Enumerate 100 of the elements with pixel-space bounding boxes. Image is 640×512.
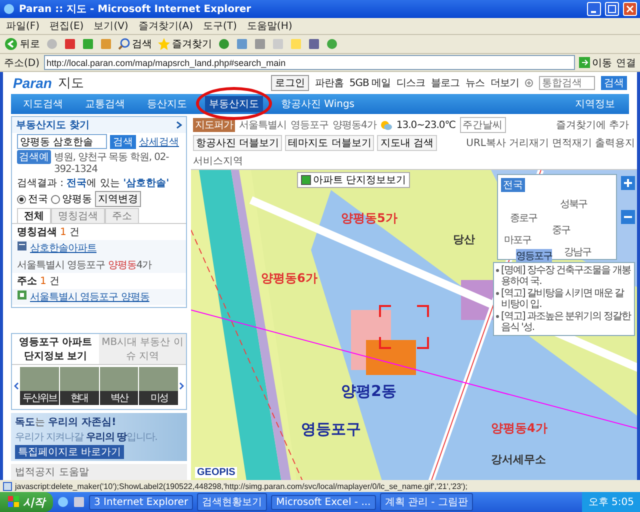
group-title: 주소 <box>17 275 37 288</box>
apartment-info-checkbox[interactable]: 아파트 단지정보보기 <box>297 172 410 188</box>
map-tool[interactable]: 면적재기 <box>552 136 592 150</box>
banner-button[interactable]: 특집페이지로 바로가기 <box>15 445 124 459</box>
weekly-weather-button[interactable]: 주간날씨 <box>460 117 506 133</box>
result-summary: 검색결과 : 전국에 있는 '삼호한솔' <box>17 177 170 190</box>
taskbar-button[interactable]: Microsoft Excel - ... <box>271 494 376 510</box>
scope-radio[interactable]: 양평동 <box>51 192 92 206</box>
nav-tab[interactable]: 교통검색 <box>81 96 129 112</box>
nationwide-button[interactable]: 전국 <box>501 178 525 192</box>
links-label[interactable]: 연결 <box>616 56 636 70</box>
map-label: 양평동5가 <box>341 210 398 227</box>
top-link[interactable]: 5GB 메일 <box>349 76 390 90</box>
district-label[interactable]: 성북구 <box>560 197 587 211</box>
search-button[interactable]: 검색 <box>118 37 152 51</box>
top-link[interactable]: 파란홈 <box>314 76 344 90</box>
map-tool[interactable]: 서비스지역 <box>193 154 243 168</box>
zoom-out-button[interactable] <box>621 210 635 224</box>
next-icon[interactable] <box>179 382 184 390</box>
nav-tab[interactable]: 등산지도 <box>143 96 191 112</box>
footer-link[interactable]: 법적공지 <box>15 465 55 479</box>
taskbar-button[interactable]: 계획 관리 - 그림판 <box>380 493 473 511</box>
map-tool[interactable]: 거리재기 <box>509 136 549 150</box>
favorites-button[interactable]: 즐겨찾기 <box>158 37 212 51</box>
taskbar-button[interactable]: 3 Internet Explorer <box>89 494 194 510</box>
more-link[interactable]: 더보기 <box>490 76 519 90</box>
search-button[interactable]: 검색 <box>601 76 627 90</box>
menu-item[interactable]: 파일(F) <box>6 19 40 33</box>
map-tool[interactable]: URL복사 <box>466 136 506 150</box>
district-label[interactable]: 마포구 <box>504 233 531 247</box>
ad-banner[interactable]: 독도는 우리의 자존심! 우리가 지켜나갈 우리의 땅입니다. 특집페이지로 바로가기 <box>11 413 187 461</box>
temperature: 13.0~23.0℃ <box>396 120 456 130</box>
search-field[interactable]: 통합검색 <box>539 76 595 90</box>
weather-icon <box>380 120 392 130</box>
breadcrumb-item[interactable]: 양평동4가 <box>332 118 376 132</box>
query-field[interactable]: 양평동 삼호한솔 <box>17 134 107 149</box>
banner-headline: 독도는 우리의 자존심! <box>15 416 118 429</box>
minimap[interactable]: 전국 성북구 종로구 마포구 중구 영등포구 강남구 <box>497 174 617 260</box>
map-label: 양평동4가 <box>491 420 548 437</box>
map-tool[interactable]: 출력용지 <box>595 136 635 150</box>
add-favorite-link[interactable]: 즐겨찾기에 추가 <box>550 117 635 133</box>
district-label[interactable]: 종로구 <box>510 211 537 225</box>
taskbar-button[interactable]: 검색현황보기 <box>197 493 268 511</box>
nav-tab[interactable]: 부동산지도 <box>205 96 263 112</box>
region-change-button[interactable]: 지역변경 <box>95 191 141 207</box>
result-tab[interactable]: 전체 <box>17 208 51 223</box>
bullet-icon <box>496 315 499 318</box>
menu-item[interactable]: 편집(E) <box>50 19 84 33</box>
map-label: 영등포구 <box>301 420 361 439</box>
chevron-icon[interactable] <box>176 121 182 129</box>
view-button[interactable]: 테마지도 더블보기 <box>285 135 374 151</box>
detail-search-link[interactable]: 상세검색 <box>139 134 179 148</box>
arrow-icon <box>579 57 590 68</box>
login-button[interactable]: 로그인 <box>270 75 309 91</box>
previous-icon[interactable] <box>14 382 19 390</box>
go-button[interactable]: 이동 <box>579 56 612 70</box>
breadcrumb-item[interactable]: 영등포구 <box>290 118 328 132</box>
top-link[interactable]: 뉴스 <box>466 76 484 90</box>
district-label[interactable]: 강남구 <box>564 245 591 259</box>
region-link[interactable]: 지역정보 <box>569 96 621 112</box>
photo-caption: 미성 <box>139 391 178 405</box>
maximize-button[interactable] <box>605 2 619 16</box>
breadcrumb-item[interactable]: 서울특별시 <box>239 118 286 132</box>
top-link[interactable]: 디스크 <box>396 76 425 90</box>
menu-item[interactable]: 도구(T) <box>203 19 237 33</box>
result-tab[interactable]: 명칭검색 <box>51 208 105 223</box>
top-link[interactable]: 블로그 <box>431 76 460 90</box>
view-button[interactable]: 지도내 검색 <box>377 135 437 151</box>
notice-text[interactable]: [명예] 장수장 건축구조물을 개봉용하여 국. <box>501 265 632 287</box>
view-button[interactable]: 항공사진 더블보기 <box>193 135 282 151</box>
service-name: 지도 <box>58 75 85 92</box>
menu-item[interactable]: 도움말(H) <box>246 19 292 33</box>
photo-placeholder[interactable] <box>100 367 138 391</box>
zoom-in-button[interactable] <box>621 176 635 190</box>
scope-radio[interactable]: 전국 <box>17 192 48 206</box>
address-field[interactable]: http://local.paran.com/map/mapsrch_land.php#search_main <box>44 55 575 70</box>
minus-icon <box>624 213 632 221</box>
group-title: 명칭검색 <box>17 226 57 239</box>
district-label[interactable]: 중구 <box>552 223 570 237</box>
footer-link[interactable]: 도움말 <box>59 465 89 479</box>
district-label[interactable]: 영등포구 <box>516 249 552 263</box>
menu-item[interactable]: 즐겨찾기(A) <box>138 19 193 33</box>
site-logo[interactable]: Paran <box>13 75 52 91</box>
result-item[interactable]: 삼호한솔아파트 서울특별시 영등포구 양평동4가 <box>12 240 186 273</box>
notice-text[interactable]: [역고] 과조높은 분위기의 정갈한 음식 '성. <box>501 311 632 333</box>
nav-tab[interactable]: 지도검색 <box>19 96 67 112</box>
nav-tab[interactable]: 항공사진 Wings <box>277 96 359 112</box>
back-button[interactable]: 뒤로 <box>4 37 40 51</box>
map-label: 양평2동 <box>341 382 396 401</box>
map-label: 양평동6가 <box>261 270 318 287</box>
apartment-tab[interactable]: 영등포구 아파트 단지정보 보기 <box>12 334 99 365</box>
result-tab[interactable]: 주소 <box>105 208 139 223</box>
minimize-button[interactable] <box>587 2 601 16</box>
menu-item[interactable]: 보기(V) <box>94 19 128 33</box>
close-button[interactable] <box>623 2 637 16</box>
map-badge[interactable]: 지도퍼가 <box>193 118 235 132</box>
plus-icon[interactable] <box>525 79 533 87</box>
notice-text[interactable]: [역고] 갈비탕을 시키면 매운 갈비탕이 입. <box>501 288 632 310</box>
search-button[interactable]: 검색 <box>110 134 136 148</box>
result-item[interactable]: 서울특별시 영등포구 양평동 <box>12 289 186 305</box>
